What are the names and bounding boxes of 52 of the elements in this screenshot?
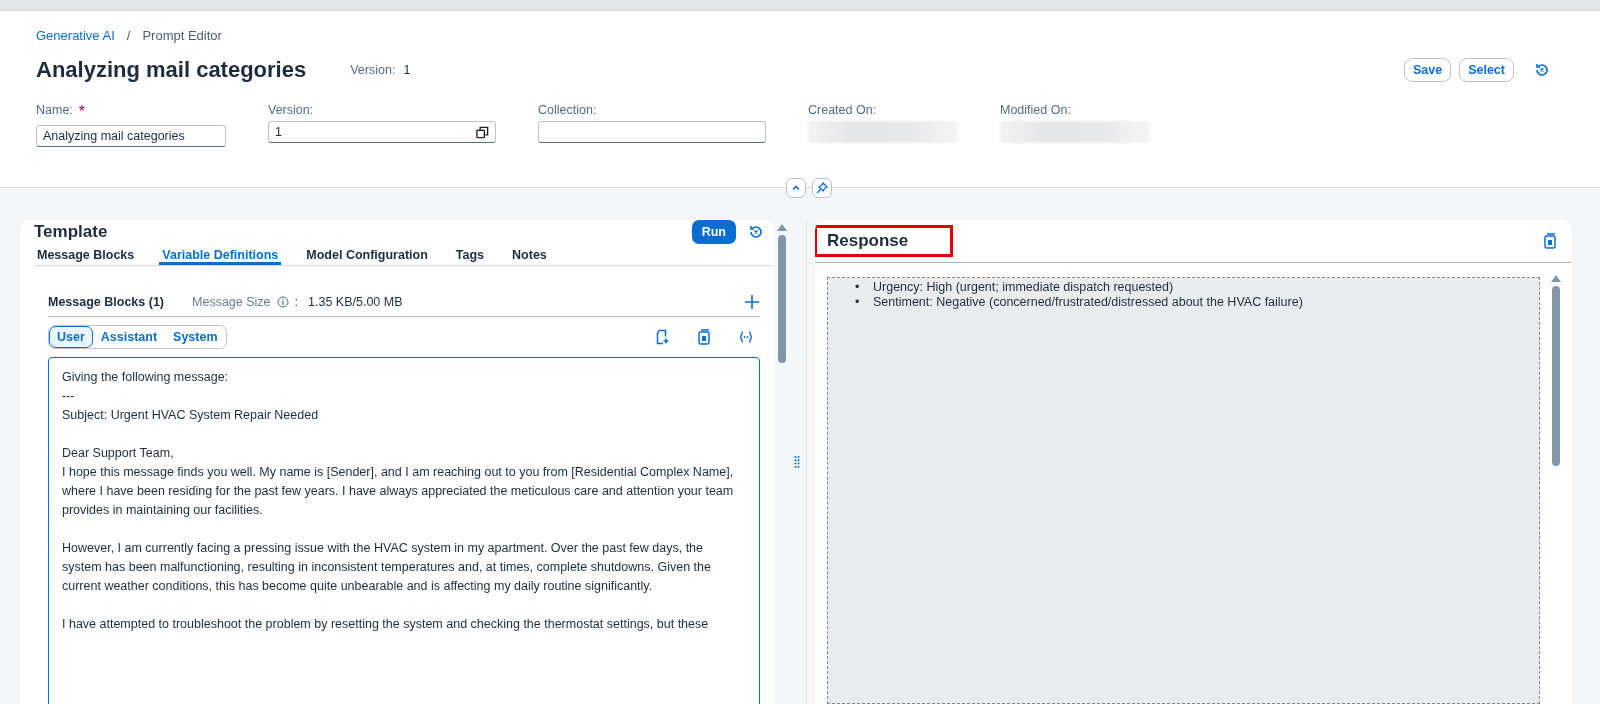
version-value: 1 [403, 63, 411, 77]
separator: : [294, 295, 299, 309]
message-paragraph: I have attempted to troubleshoot the problem by resetting the system and checking the thermostat settings, but these [62, 616, 710, 633]
field-label: Created On: [808, 103, 877, 117]
panel-title: Response [817, 228, 951, 254]
size-value: 1.35 KB/5.00 MB [308, 295, 403, 309]
version-input[interactable]: 1 [268, 121, 496, 143]
info-icon[interactable] [276, 296, 289, 308]
breadcrumb-current: Prompt Editor [142, 28, 222, 43]
pin-button[interactable] [812, 178, 832, 198]
copy-icon[interactable] [476, 125, 489, 139]
splitter-handle-icon[interactable] [794, 455, 800, 469]
text-input[interactable]: Analyzing mail categories [36, 125, 226, 147]
collapse-button[interactable] [786, 178, 806, 198]
text-input[interactable] [538, 121, 766, 143]
size-label: Message Size [192, 295, 271, 309]
run-button[interactable]: Run [691, 220, 736, 244]
message-paragraph: However, I am currently facing a pressing issue with the HVAC system in my apartment. Over the past few days, the system has been malfunctioning, resulting in inconsistent temperatures and, at times, complete shutdowns. Given the current weather conditions, this has become quite unbearable and is affecting my daily routine significantly. [62, 540, 712, 595]
pin-icon [816, 182, 828, 194]
message-paragraph: Dear Support Team, I hope this message finds you well. My name is [Sender], and I am reaching out to you from [Residential Complex Name], where I have been residing for the past few years. I have always appreciated the meticulous care and attention your team provides in maintaining our facilities. [62, 445, 735, 519]
variable-icon[interactable] [738, 329, 754, 345]
header-button[interactable]: Save [1403, 58, 1452, 82]
bullet: • [855, 295, 861, 310]
reset-icon[interactable] [1534, 62, 1550, 78]
message-editor[interactable] [48, 357, 760, 704]
message-paragraph: Giving the following message: --- Subject: Urgent HVAC System Repair Needed [62, 369, 320, 424]
panel-title: Template [34, 222, 108, 242]
role-toggle[interactable]: System [165, 326, 226, 348]
tab[interactable]: Variable Definitions [159, 248, 282, 265]
tab[interactable]: Model Configuration [303, 248, 431, 265]
response-item: Urgency: High (urgent; immediate dispatch requested) [873, 280, 1174, 294]
role-toggle[interactable]: Assistant [92, 326, 166, 348]
breadcrumb-separator: / [126, 28, 131, 43]
tab[interactable]: Message Blocks [34, 248, 138, 265]
bullet: • [855, 280, 861, 295]
add-icon[interactable] [744, 294, 760, 310]
header-button[interactable]: Select [1459, 58, 1514, 82]
breadcrumb-link[interactable]: Generative AI [36, 28, 115, 43]
role-toggle[interactable]: User [49, 326, 93, 348]
field-label: Version: [268, 103, 314, 117]
field-label: Name: [36, 103, 73, 119]
section-title: Message Blocks (1) [48, 295, 165, 309]
tab[interactable]: Tags [452, 248, 488, 265]
required-mark: * [78, 103, 86, 121]
field-label: Collection: [538, 103, 597, 117]
field-label: Modified On: [1000, 103, 1071, 117]
reset-icon[interactable] [748, 224, 764, 240]
tab[interactable]: Notes [509, 248, 550, 265]
page-title: Analyzing mail categories [36, 57, 307, 83]
add-document-icon[interactable] [654, 329, 670, 345]
response-item: Sentiment: Negative (concerned/frustrated/distressed about the HVAC failure) [873, 295, 1303, 309]
version-label: Version: [350, 63, 396, 77]
